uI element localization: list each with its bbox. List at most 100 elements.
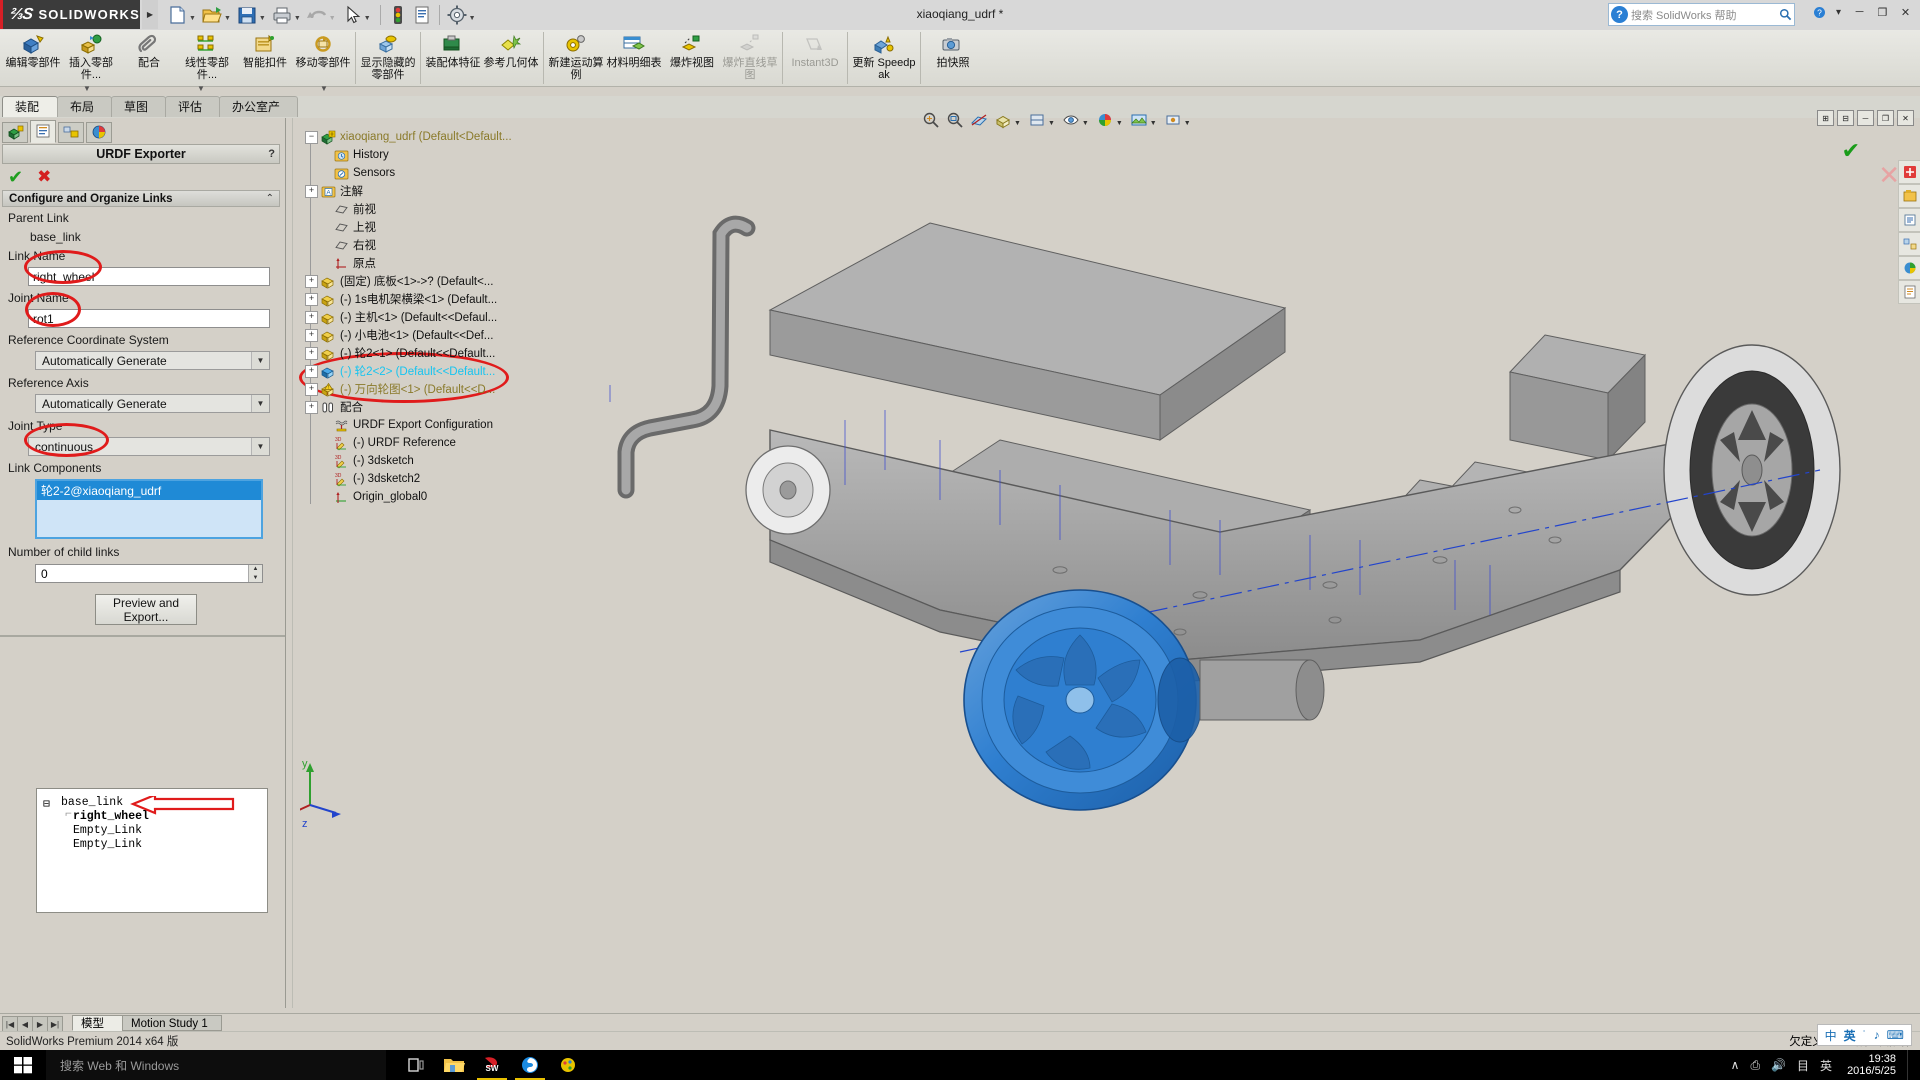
cmd-arrow-1[interactable]: ▼ (83, 84, 91, 93)
zoom-to-area-icon[interactable] (944, 109, 966, 131)
view-palette-icon[interactable] (1898, 232, 1920, 256)
tab-sketch[interactable]: 草图 (111, 96, 166, 117)
cmd-smart-fastener[interactable]: 智能扣件 (236, 30, 294, 86)
cmd-edit-component[interactable]: 编辑零部件 (4, 30, 62, 86)
reference-axis-select[interactable]: Automatically Generate ▼ (35, 394, 270, 413)
tab-evaluate[interactable]: 评估 (165, 96, 220, 117)
tray-ime-icon[interactable]: 目 (1797, 1057, 1809, 1074)
chevron-down-icon[interactable]: ▼ (251, 395, 269, 412)
preview-and-export-button[interactable]: Preview and Export... (95, 594, 197, 625)
show-desktop-button[interactable] (1907, 1050, 1912, 1080)
task-view-icon[interactable] (404, 1053, 428, 1077)
cmd-new-motion-study[interactable]: 新建运动算例 (547, 30, 605, 86)
help-dropdown-icon[interactable]: ▾ (1830, 2, 1847, 22)
joint-name-input[interactable]: rot1 (28, 309, 270, 328)
doc-close-button[interactable]: ✕ (1897, 110, 1914, 126)
chevron-down-icon[interactable]: ▼ (1082, 120, 1089, 127)
print-document-button[interactable]: ▼ (270, 2, 305, 28)
solidworks-taskbar-icon[interactable]: SW (477, 1053, 507, 1080)
solidworks-logo[interactable]: ⅔S SOLIDWORKS (0, 0, 140, 29)
link-components-listbox[interactable]: 轮2-2@xiaoqiang_udrf (35, 479, 263, 539)
tray-language-icon[interactable]: 英 (1820, 1057, 1832, 1074)
edit-appearance-icon[interactable] (1094, 109, 1116, 131)
tab-office-products[interactable]: 办公室产品 (219, 96, 298, 135)
appearances-scenes-icon[interactable] (1898, 256, 1920, 280)
joint-type-select[interactable]: continuous ▼ (28, 437, 270, 456)
options-button[interactable]: ▼ (445, 2, 480, 28)
solidworks-resources-icon[interactable] (1898, 160, 1920, 184)
list-item[interactable]: 轮2-2@xiaoqiang_udrf (37, 481, 261, 500)
ime-sound-icon[interactable]: ♪ (1874, 1028, 1880, 1042)
cmd-take-snapshot[interactable]: 拍快照 (924, 30, 982, 86)
file-explorer-icon[interactable] (1898, 208, 1920, 232)
chevron-down-icon[interactable]: ▼ (251, 352, 269, 369)
paint-taskbar-icon[interactable] (556, 1053, 580, 1077)
restore-button[interactable]: ❐ (1872, 2, 1893, 22)
tree-expander-base-link[interactable]: ⊟ (43, 796, 50, 811)
link-tree-box[interactable]: ⊟ base_link right_wheel Empty_Link Empty… (36, 788, 268, 913)
browser-taskbar-icon[interactable] (515, 1053, 545, 1080)
chevron-down-icon[interactable]: ▼ (1184, 120, 1191, 127)
ime-mode-en[interactable]: 英 (1844, 1027, 1856, 1044)
link-tree-item-right-wheel[interactable]: right_wheel (73, 810, 149, 823)
pm-help-button[interactable]: ? (268, 148, 275, 160)
chevron-down-icon[interactable]: ▼ (251, 438, 269, 455)
cmd-insert-component[interactable]: 插入零部件... (62, 30, 120, 86)
group-configure-organize-links[interactable]: Configure and Organize Links ⌃ (2, 190, 280, 207)
sheet-tab-model[interactable]: 模型 (72, 1015, 126, 1031)
zoom-to-fit-icon[interactable] (920, 109, 942, 131)
cmd-exploded-view[interactable]: 爆炸视图 (663, 30, 721, 86)
reference-coordinate-system-select[interactable]: Automatically Generate ▼ (35, 351, 270, 370)
cmd-linear-pattern[interactable]: 线性零部件... (178, 30, 236, 86)
custom-properties-icon[interactable] (1898, 280, 1920, 304)
help-button[interactable]: ? (1811, 2, 1828, 22)
close-button[interactable]: ✕ (1895, 2, 1916, 22)
link-name-input[interactable]: right_wheel (28, 267, 270, 286)
chevron-up-icon[interactable]: ⌃ (266, 193, 274, 204)
tab-assembly[interactable]: 装配体 (2, 96, 58, 135)
tile-vertical-button[interactable]: ⊟ (1837, 110, 1854, 126)
file-properties-button[interactable] (410, 2, 434, 28)
tray-volume-icon[interactable]: 🔊 (1771, 1058, 1786, 1072)
cmd-instant3d[interactable]: Instant3D (786, 30, 844, 86)
chevron-down-icon[interactable]: ▼ (1116, 120, 1123, 127)
graphics-viewport[interactable]: y x z (300, 140, 1920, 970)
hide-show-items-icon[interactable] (1060, 109, 1082, 131)
view-orientation-icon[interactable] (992, 109, 1014, 131)
doc-minimize-button[interactable]: ─ (1857, 110, 1874, 126)
ime-punctuation-icon[interactable]: ˙ (1863, 1028, 1867, 1042)
display-style-icon[interactable] (1026, 109, 1048, 131)
chevron-down-icon[interactable]: ▼ (1150, 120, 1157, 127)
chevron-down-icon[interactable]: ▼ (1048, 120, 1055, 127)
nav-first-icon[interactable]: |◀ (2, 1016, 18, 1032)
pm-accept-button[interactable]: ✔ (8, 167, 23, 188)
cmd-move-component[interactable]: 移动零部件 (294, 30, 352, 86)
view-settings-icon[interactable] (1162, 109, 1184, 131)
apply-scene-icon[interactable] (1128, 109, 1150, 131)
pm-cancel-button[interactable]: ✖ (37, 167, 51, 187)
tray-device-icon[interactable]: ⎙ (1750, 1058, 1760, 1073)
cmd-show-hidden-components[interactable]: 显示隐藏的零部件 (359, 30, 417, 86)
undo-button[interactable]: ▼ (305, 2, 340, 28)
cmd-arrow-3[interactable]: ▼ (320, 84, 328, 93)
cmd-assembly-feature[interactable]: 装配体特征 (424, 30, 482, 86)
cmd-explode-line-sketch[interactable]: 爆炸直线草图 (721, 30, 779, 86)
tile-horizontal-button[interactable]: ⊞ (1817, 110, 1834, 126)
stepper-buttons[interactable]: ▲ ▼ (248, 565, 262, 582)
file-explorer-taskbar-icon[interactable] (442, 1053, 466, 1077)
display-manager-tab[interactable] (86, 122, 112, 143)
taskbar-search-box[interactable]: 搜索 Web 和 Windows (46, 1050, 386, 1080)
number-of-child-links-stepper[interactable]: 0 ▲ ▼ (35, 564, 263, 583)
minimize-button[interactable]: ─ (1849, 2, 1870, 22)
open-document-button[interactable]: ▼ (200, 2, 235, 28)
start-button[interactable] (0, 1050, 46, 1080)
select-tool-button[interactable]: ▼ (340, 2, 375, 28)
ime-toolbar[interactable]: 中 英 ˙ ♪ ⌨ (1816, 1024, 1912, 1046)
cmd-arrow-2[interactable]: ▼ (197, 84, 205, 93)
cmd-bill-of-materials[interactable]: 材料明细表 (605, 30, 663, 86)
cmd-reference-geometry[interactable]: 参考几何体 (482, 30, 540, 86)
cmd-mate[interactable]: 配合 (120, 30, 178, 86)
section-view-icon[interactable] (968, 109, 990, 131)
help-search-box[interactable]: ? 搜索 SolidWorks 帮助 (1608, 3, 1795, 26)
chevron-down-icon[interactable]: ▼ (1014, 120, 1021, 127)
